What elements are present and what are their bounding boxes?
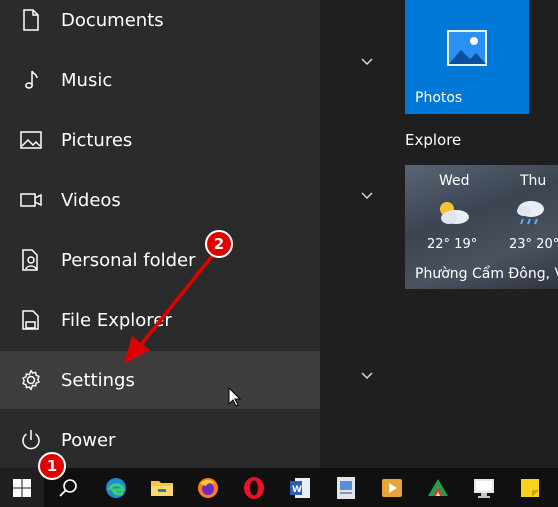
start-menu-nav: Documents Music Pictures Videos Personal… bbox=[0, 0, 320, 468]
gear-icon bbox=[19, 368, 43, 392]
firefox-icon bbox=[198, 477, 218, 498]
taskbar-monitor-app[interactable] bbox=[462, 468, 506, 507]
opera-icon bbox=[244, 476, 264, 499]
weather-temps: 22° 19° bbox=[427, 237, 478, 252]
taskbar: W bbox=[0, 468, 558, 507]
monitor-icon bbox=[474, 478, 494, 498]
partly-cloudy-icon bbox=[440, 202, 469, 224]
power-icon bbox=[19, 428, 43, 452]
menu-item-label: Power bbox=[61, 429, 116, 451]
menu-item-label: Pictures bbox=[61, 129, 133, 151]
menu-item-label: Documents bbox=[61, 9, 164, 31]
document-icon bbox=[337, 476, 355, 499]
media-player-icon bbox=[382, 478, 402, 497]
weather-location: Phường Cẩm Đông, V bbox=[415, 266, 558, 282]
step-badge-2: 2 bbox=[205, 230, 233, 258]
document-icon bbox=[19, 8, 43, 32]
pictures-icon bbox=[19, 128, 43, 152]
menu-item-videos[interactable]: Videos bbox=[0, 171, 320, 229]
taskbar-sticky-notes[interactable] bbox=[508, 468, 552, 507]
weather-tile[interactable]: Wed Thu 22° 19° 23° 20° Phường Cẩm Đông,… bbox=[405, 165, 558, 289]
taskbar-file-explorer[interactable] bbox=[140, 468, 184, 507]
menu-item-label: Personal folder bbox=[61, 249, 196, 271]
svg-text:W: W bbox=[292, 485, 302, 495]
menu-item-documents[interactable]: Documents bbox=[0, 0, 320, 49]
explore-group-label: Explore bbox=[405, 131, 462, 149]
taskbar-media-player[interactable] bbox=[370, 468, 414, 507]
menu-item-pictures[interactable]: Pictures bbox=[0, 111, 320, 169]
chevron-down-icon[interactable] bbox=[359, 55, 375, 67]
taskbar-edge[interactable] bbox=[94, 468, 138, 507]
taskbar-opera[interactable] bbox=[232, 468, 276, 507]
rain-icon bbox=[517, 201, 544, 225]
menu-item-personal-folder[interactable]: Personal folder bbox=[0, 231, 320, 289]
personal-folder-icon bbox=[19, 248, 43, 272]
step-badge-1: 1 bbox=[38, 452, 66, 480]
menu-item-label: File Explorer bbox=[61, 309, 172, 331]
file-explorer-icon bbox=[19, 308, 43, 332]
edge-icon bbox=[106, 477, 126, 498]
menu-item-label: Settings bbox=[61, 369, 135, 391]
menu-item-label: Videos bbox=[61, 189, 121, 211]
word-icon: W bbox=[290, 477, 310, 498]
video-camera-icon bbox=[19, 188, 43, 212]
chevron-down-icon[interactable] bbox=[359, 369, 375, 381]
menu-item-music[interactable]: Music bbox=[0, 51, 320, 109]
menu-item-file-explorer[interactable]: File Explorer bbox=[0, 291, 320, 349]
weather-day: Wed bbox=[439, 173, 470, 189]
windows-start-icon bbox=[13, 478, 31, 497]
taskbar-document-app[interactable] bbox=[324, 468, 368, 507]
photos-icon bbox=[447, 30, 487, 70]
search-icon bbox=[59, 478, 77, 497]
app-icon bbox=[428, 478, 448, 496]
taskbar-firefox[interactable] bbox=[186, 468, 230, 507]
weather-day: Thu bbox=[520, 173, 547, 189]
photos-tile-label: Photos bbox=[415, 90, 463, 106]
taskbar-app[interactable] bbox=[416, 468, 460, 507]
menu-item-label: Music bbox=[61, 69, 113, 91]
photos-tile[interactable]: Photos bbox=[405, 0, 529, 114]
menu-item-settings[interactable]: Settings bbox=[0, 351, 320, 409]
sticky-notes-icon bbox=[521, 478, 539, 497]
music-note-icon bbox=[19, 68, 43, 92]
start-button[interactable] bbox=[0, 468, 44, 507]
mouse-cursor-icon bbox=[228, 387, 242, 407]
file-explorer-icon bbox=[151, 480, 173, 496]
chevron-down-icon[interactable] bbox=[359, 189, 375, 201]
taskbar-word[interactable]: W bbox=[278, 468, 322, 507]
weather-temps: 23° 20° bbox=[509, 237, 558, 252]
